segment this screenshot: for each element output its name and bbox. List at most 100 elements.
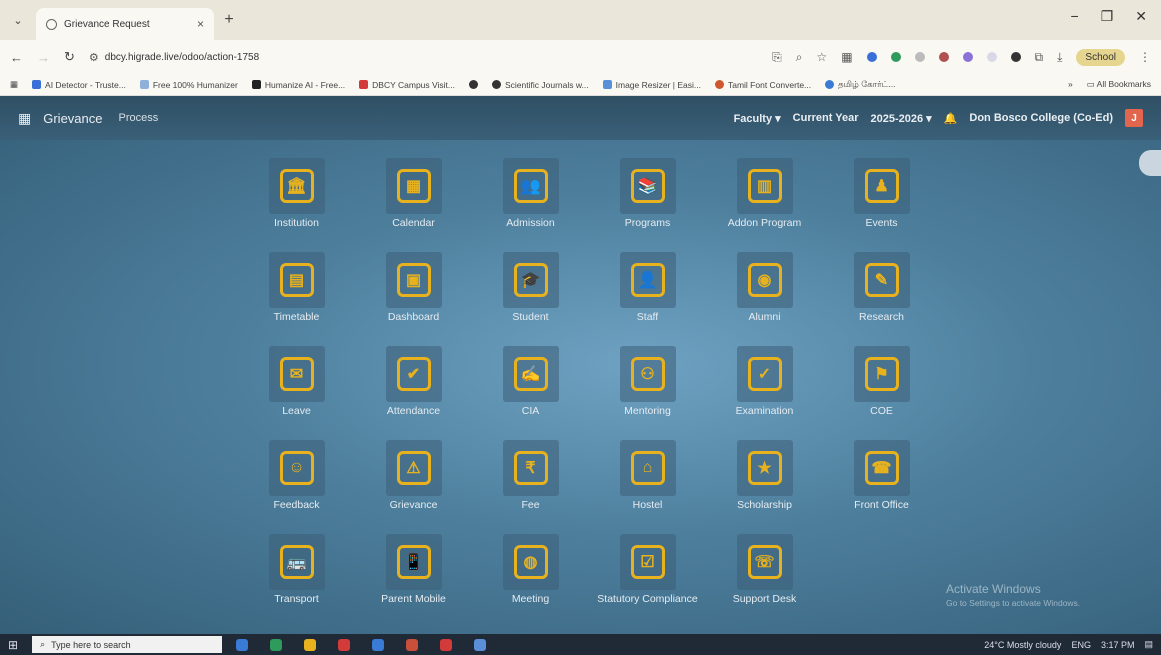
language-indicator[interactable]: ENG bbox=[1071, 640, 1091, 650]
app-tile-box[interactable]: ▦ bbox=[385, 158, 442, 214]
taskbar-app-5-icon[interactable] bbox=[372, 638, 385, 651]
browser-menu-icon[interactable]: ⋮ bbox=[1139, 50, 1151, 64]
app-tile-alumni[interactable]: ◉ Alumni bbox=[706, 252, 823, 346]
app-tile-box[interactable]: ₹ bbox=[502, 440, 559, 496]
app-tile-institution[interactable]: 🏛 Institution bbox=[238, 158, 355, 252]
bookmark-3[interactable]: DBCY Campus Visit... bbox=[359, 80, 455, 90]
user-avatar[interactable]: J bbox=[1125, 109, 1143, 127]
clock[interactable]: 3:17 PM bbox=[1101, 640, 1135, 650]
app-tile-box[interactable]: ◉ bbox=[736, 252, 793, 308]
tab-search-icon[interactable]: ⌄ bbox=[0, 0, 36, 40]
app-tile-box[interactable]: 📱 bbox=[385, 534, 442, 590]
college-switcher[interactable]: Don Bosco College (Co-Ed) bbox=[969, 112, 1113, 124]
extension-light-icon[interactable] bbox=[986, 52, 997, 62]
app-tile-examination[interactable]: ✓ Examination bbox=[706, 346, 823, 440]
bookmark-6[interactable]: Image Resizer | Easi... bbox=[602, 80, 701, 90]
app-tile-grievance[interactable]: ⚠ Grievance bbox=[355, 440, 472, 534]
app-tile-research[interactable]: ✎ Research bbox=[823, 252, 940, 346]
bookmark-0[interactable]: AI Detector - Truste... bbox=[32, 80, 126, 90]
app-tile-box[interactable]: ✎ bbox=[853, 252, 910, 308]
side-panel-toggle[interactable] bbox=[1139, 150, 1161, 176]
app-tile-box[interactable]: 📚 bbox=[619, 158, 676, 214]
app-tile-staff[interactable]: 👤 Staff bbox=[589, 252, 706, 346]
bookmark-4[interactable] bbox=[469, 80, 478, 89]
app-tile-calendar[interactable]: ▦ Calendar bbox=[355, 158, 472, 252]
profile-school-chip[interactable]: School bbox=[1076, 48, 1125, 66]
app-tile-box[interactable]: ⌂ bbox=[619, 440, 676, 496]
reload-icon[interactable]: ↻ bbox=[64, 49, 75, 65]
app-tile-box[interactable]: ▤ bbox=[268, 252, 325, 308]
app-tile-box[interactable]: ☑ bbox=[619, 534, 676, 590]
app-tile-parent-mobile[interactable]: 📱 Parent Mobile bbox=[355, 534, 472, 628]
app-tile-events[interactable]: ♟ Events bbox=[823, 158, 940, 252]
app-tile-support-desk[interactable]: ☏ Support Desk bbox=[706, 534, 823, 628]
close-window-button[interactable]: ✕ bbox=[1135, 8, 1147, 25]
app-tile-box[interactable]: ⚠ bbox=[385, 440, 442, 496]
app-tile-feedback[interactable]: ☺ Feedback bbox=[238, 440, 355, 534]
app-tile-box[interactable]: ▥ bbox=[736, 158, 793, 214]
app-tile-box[interactable]: ✉ bbox=[268, 346, 325, 402]
minimize-button[interactable]: − bbox=[1071, 8, 1079, 25]
more-bookmarks-icon[interactable]: » bbox=[1068, 79, 1073, 90]
app-tile-box[interactable]: ✍ bbox=[502, 346, 559, 402]
new-tab-button[interactable]: + bbox=[214, 0, 244, 40]
app-tile-box[interactable]: 👤 bbox=[619, 252, 676, 308]
app-tile-box[interactable]: ♟ bbox=[853, 158, 910, 214]
app-tile-meeting[interactable]: ◍ Meeting bbox=[472, 534, 589, 628]
notification-center-icon[interactable]: ▤ bbox=[1144, 639, 1153, 650]
address-bar[interactable]: ⚙ dbcy.higrade.live/odoo/action-1758 bbox=[89, 45, 689, 69]
taskbar-app-1-icon[interactable] bbox=[236, 638, 249, 651]
app-tile-box[interactable]: 🎓 bbox=[502, 252, 559, 308]
app-brand[interactable]: Grievance bbox=[43, 111, 102, 126]
app-tile-box[interactable]: ⚑ bbox=[853, 346, 910, 402]
app-tile-fee[interactable]: ₹ Fee bbox=[472, 440, 589, 534]
app-tile-transport[interactable]: 🚌 Transport bbox=[238, 534, 355, 628]
weather-widget[interactable]: 24°C Mostly cloudy bbox=[984, 640, 1061, 650]
extension-purple-icon[interactable] bbox=[962, 52, 973, 62]
extension-dark-icon[interactable] bbox=[1010, 52, 1021, 62]
app-tile-box[interactable]: ☏ bbox=[736, 534, 793, 590]
process-menu[interactable]: Process bbox=[118, 112, 158, 124]
app-tile-leave[interactable]: ✉ Leave bbox=[238, 346, 355, 440]
bookmark-star-icon[interactable]: ☆ bbox=[816, 50, 827, 64]
app-tile-box[interactable]: ✔ bbox=[385, 346, 442, 402]
app-tile-box[interactable]: ☺ bbox=[268, 440, 325, 496]
app-tile-box[interactable]: 🏛 bbox=[268, 158, 325, 214]
taskbar-app-2-icon[interactable] bbox=[270, 638, 283, 651]
extension-green-icon[interactable] bbox=[890, 52, 901, 62]
app-tile-front-office[interactable]: ☎ Front Office bbox=[823, 440, 940, 534]
extension-red-icon[interactable] bbox=[938, 52, 949, 62]
extensions-puzzle-icon[interactable]: ⧉ bbox=[1035, 50, 1044, 65]
app-tile-statutory-compliance[interactable]: ☑ Statutory Compliance bbox=[589, 534, 706, 628]
extension-grey-icon[interactable] bbox=[914, 52, 925, 62]
app-tile-attendance[interactable]: ✔ Attendance bbox=[355, 346, 472, 440]
app-menu-grid-icon[interactable]: ▦ bbox=[18, 110, 31, 127]
app-tile-box[interactable]: ★ bbox=[736, 440, 793, 496]
app-tile-hostel[interactable]: ⌂ Hostel bbox=[589, 440, 706, 534]
taskbar-app-8-icon[interactable] bbox=[474, 638, 487, 651]
bookmark-8[interactable]: தமிழ் கோர்ட்... bbox=[825, 79, 895, 91]
back-icon[interactable]: ← bbox=[10, 50, 23, 65]
app-tile-box[interactable]: 👥 bbox=[502, 158, 559, 214]
app-tile-box[interactable]: ✓ bbox=[736, 346, 793, 402]
app-tile-dashboard[interactable]: ▣ Dashboard bbox=[355, 252, 472, 346]
download-icon[interactable]: ⤓ bbox=[1057, 50, 1062, 65]
app-tile-mentoring[interactable]: ⚇ Mentoring bbox=[589, 346, 706, 440]
app-tile-box[interactable]: ⚇ bbox=[619, 346, 676, 402]
app-tile-box[interactable]: ◍ bbox=[502, 534, 559, 590]
forward-icon[interactable]: → bbox=[37, 50, 50, 65]
app-tile-cia[interactable]: ✍ CIA bbox=[472, 346, 589, 440]
app-tile-student[interactable]: 🎓 Student bbox=[472, 252, 589, 346]
all-bookmarks-folder[interactable]: ▭ All Bookmarks bbox=[1087, 79, 1151, 90]
app-tile-coe[interactable]: ⚑ COE bbox=[823, 346, 940, 440]
faculty-dropdown[interactable]: Faculty ▾ bbox=[734, 112, 781, 125]
app-tile-box[interactable]: 🚌 bbox=[268, 534, 325, 590]
site-info-icon[interactable]: ⚙ bbox=[89, 51, 99, 64]
notification-bell-icon[interactable]: 🔔 bbox=[944, 112, 958, 125]
cast-icon[interactable]: ⎘ bbox=[772, 50, 782, 65]
extension-blue-icon[interactable] bbox=[866, 52, 877, 62]
bookmark-2[interactable]: Humanize AI - Free... bbox=[251, 80, 345, 90]
taskbar-app-3-icon[interactable] bbox=[304, 638, 317, 651]
zoom-icon[interactable]: ⌕ bbox=[796, 50, 803, 65]
app-tile-box[interactable]: ▣ bbox=[385, 252, 442, 308]
